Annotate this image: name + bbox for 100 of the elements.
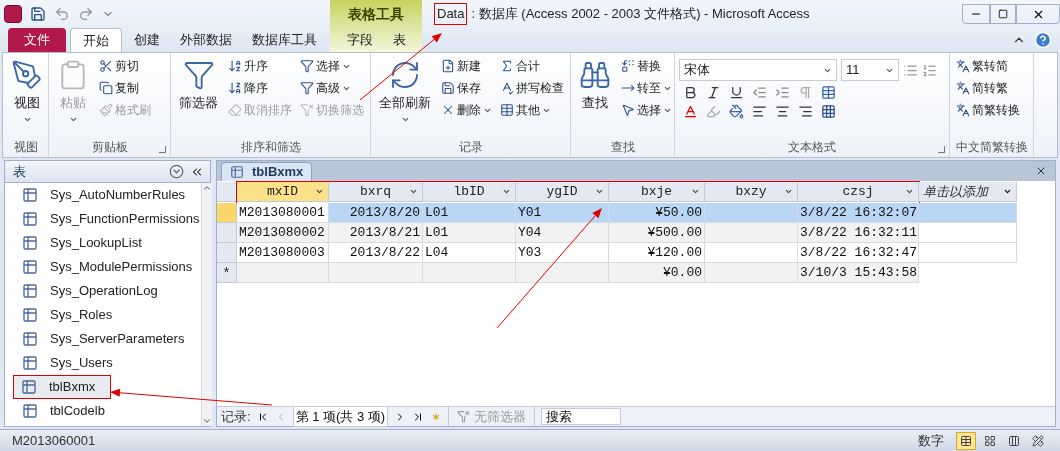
select-all-corner[interactable]	[217, 182, 237, 202]
column-header[interactable]: bxzy	[705, 182, 798, 202]
column-header[interactable]: bxje	[609, 182, 705, 202]
gridlines-icon[interactable]	[821, 85, 836, 100]
ribbon-button[interactable]: 拼写检查	[498, 77, 566, 99]
column-header[interactable]: czsj	[798, 182, 919, 202]
ribbon-button[interactable]: 其他	[498, 99, 566, 121]
font-color-icon[interactable]	[683, 104, 698, 119]
bullet-list-icon[interactable]	[903, 62, 918, 78]
ribbon-button[interactable]: 简转繁	[954, 77, 1022, 99]
caret-icon[interactable]	[502, 187, 511, 196]
table-icon	[22, 235, 38, 251]
table-cell: Y03	[516, 243, 609, 263]
ribbon-button[interactable]: 复制	[97, 77, 153, 99]
help-icon[interactable]	[1034, 31, 1052, 49]
scroll-down-icon[interactable]	[201, 416, 212, 426]
ribbon-button[interactable]: 替换	[619, 55, 674, 77]
table-icon	[22, 355, 38, 371]
font-size-dropdown[interactable]: 11	[841, 59, 899, 81]
ribbon-button[interactable]: 选择	[298, 55, 366, 77]
ribbon-tab[interactable]: 外部数据	[172, 28, 240, 52]
view-button[interactable]	[956, 431, 976, 450]
ribbon-tab[interactable]: 创建	[126, 28, 168, 52]
dialog-launcher-icon[interactable]	[159, 146, 166, 153]
maximize-button[interactable]	[990, 4, 1016, 24]
ribbon-button[interactable]: 选择	[619, 99, 674, 121]
nav-item[interactable]: Sys_LookupList	[5, 231, 201, 255]
dialog-launcher-icon[interactable]	[938, 146, 945, 153]
scroll-up-icon[interactable]	[201, 183, 212, 193]
nav-item[interactable]: Sys_Users	[5, 351, 201, 375]
table-icon	[500, 103, 514, 117]
underline-icon[interactable]	[729, 85, 744, 100]
caret-icon[interactable]	[1003, 187, 1012, 196]
caret-icon[interactable]	[315, 187, 324, 196]
nav-item[interactable]: tblCodelb	[5, 399, 201, 423]
nav-item[interactable]: Sys_FunctionPermissions	[5, 207, 201, 231]
table-cell: ¥0.00	[609, 263, 705, 283]
record-position[interactable]: 第 1 项(共 3 项)	[292, 405, 389, 428]
ribbon-button[interactable]: 转至	[619, 77, 674, 99]
nav-item[interactable]: tblBxmx	[13, 375, 111, 399]
ribbon-button[interactable]: 筛选器	[175, 55, 222, 111]
column-header[interactable]: ygID	[516, 182, 609, 202]
record-selector[interactable]: *	[217, 263, 237, 283]
ribbon-button[interactable]: 视图	[7, 55, 47, 124]
nav-item[interactable]: Sys_Roles	[5, 303, 201, 327]
new-record-icon	[441, 59, 455, 73]
app-icon[interactable]	[4, 5, 22, 23]
caret-icon[interactable]	[905, 187, 914, 196]
fill-color-icon[interactable]	[729, 104, 744, 119]
column-header[interactable]: lbID	[423, 182, 516, 202]
ribbon-tab[interactable]: 字段	[338, 28, 381, 52]
nav-item[interactable]: Sys_ServerParameters	[5, 327, 201, 351]
numbered-list-icon[interactable]	[922, 62, 937, 78]
minimize-button[interactable]	[962, 4, 990, 24]
ribbon-button[interactable]: 降序	[226, 77, 294, 99]
ribbon-button[interactable]: 保存	[439, 77, 494, 99]
ribbon-button[interactable]: 合计	[498, 55, 566, 77]
ribbon-button[interactable]: 删除	[439, 99, 494, 121]
ribbon-button[interactable]: 查找	[575, 55, 615, 111]
bold-icon[interactable]	[683, 85, 698, 100]
search-field[interactable]: 搜索	[541, 408, 622, 425]
caret-icon[interactable]	[784, 187, 793, 196]
caret-icon[interactable]	[409, 187, 418, 196]
document-tab[interactable]: tblBxmx	[221, 162, 313, 181]
table-icon	[22, 259, 38, 275]
redo-icon[interactable]	[78, 6, 94, 22]
font-dropdown[interactable]: 宋体	[679, 59, 837, 81]
add-column-header[interactable]: 单击以添加	[919, 182, 1017, 202]
table-icon	[21, 379, 37, 395]
close-button[interactable]	[1016, 4, 1060, 24]
filter-icon	[457, 410, 471, 423]
nav-item[interactable]: Sys_OperationLog	[5, 279, 201, 303]
scrollbar[interactable]	[200, 183, 212, 426]
column-header[interactable]: bxrq	[329, 182, 423, 202]
caret-icon[interactable]	[595, 187, 604, 196]
ribbon-button[interactable]: 高级	[298, 77, 366, 99]
ribbon-tab[interactable]: 表	[384, 28, 414, 52]
grid-icon[interactable]	[821, 104, 836, 119]
ribbon-button[interactable]: 新建	[439, 55, 494, 77]
nav-item[interactable]: Sys_AutoNumberRules	[5, 183, 201, 207]
ribbon-button[interactable]: 全部刷新	[375, 55, 435, 124]
ribbon-button[interactable]: 繁转简	[954, 55, 1022, 77]
ribbon-button[interactable]: 简繁转换	[954, 99, 1022, 121]
undo-icon[interactable]	[54, 6, 70, 22]
ribbon-tab[interactable]: 开始	[70, 28, 122, 52]
ribbon-tab[interactable]: 文件	[8, 28, 66, 52]
align-left-icon[interactable]	[752, 104, 767, 119]
italic-icon[interactable]	[706, 85, 721, 100]
align-center-icon[interactable]	[775, 104, 790, 119]
close-icon[interactable]	[1035, 165, 1047, 177]
ribbon-button[interactable]: 剪切	[97, 55, 153, 77]
align-right-icon[interactable]	[798, 104, 813, 119]
dropdown-icon[interactable]	[169, 164, 184, 179]
save-icon[interactable]	[30, 6, 46, 22]
ribbon-button[interactable]: 升序	[226, 55, 294, 77]
ribbon-tab[interactable]: 数据库工具	[244, 28, 325, 52]
nav-item[interactable]: Sys_ModulePermissions	[5, 255, 201, 279]
table-icon	[22, 283, 38, 299]
column-header[interactable]: mxID	[237, 182, 329, 202]
caret-icon[interactable]	[691, 187, 700, 196]
